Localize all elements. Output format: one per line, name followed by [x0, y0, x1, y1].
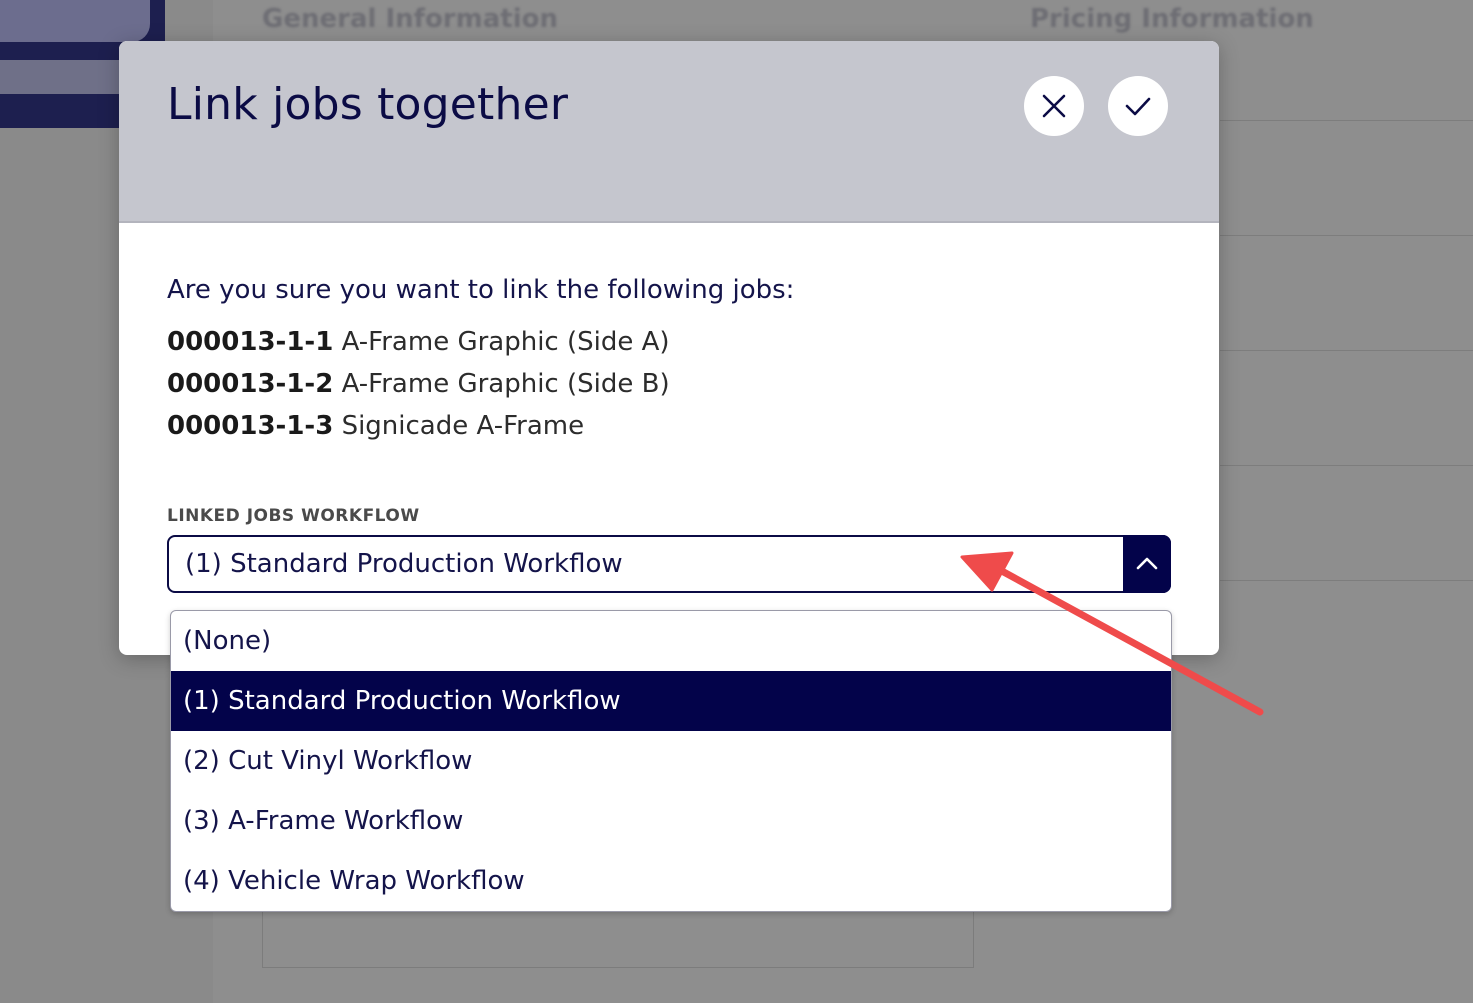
modal-header: Link jobs together: [119, 41, 1219, 223]
job-name: A-Frame Graphic (Side A): [341, 327, 670, 357]
workflow-option-none[interactable]: (None): [171, 611, 1171, 671]
job-item: 000013-1-3 Signicade A-Frame: [167, 405, 1171, 447]
job-item: 000013-1-2 A-Frame Graphic (Side B): [167, 363, 1171, 405]
background-divider: [1220, 235, 1473, 236]
close-button[interactable]: [1024, 76, 1084, 136]
link-jobs-modal: Link jobs together Are you sure you want…: [119, 41, 1219, 655]
background-divider: [1220, 465, 1473, 466]
workflow-option-a-frame[interactable]: (3) A-Frame Workflow: [171, 791, 1171, 851]
background-heading-pricing: Pricing Information: [1030, 4, 1314, 34]
background-textarea: [262, 905, 974, 968]
job-item: 000013-1-1 A-Frame Graphic (Side A): [167, 321, 1171, 363]
workflow-option-vehicle-wrap[interactable]: (4) Vehicle Wrap Workflow: [171, 851, 1171, 911]
chevron-up-icon: [1136, 555, 1158, 574]
job-name: A-Frame Graphic (Side B): [341, 369, 670, 399]
modal-title: Link jobs together: [167, 79, 569, 130]
confirm-button[interactable]: [1108, 76, 1168, 136]
modal-body: Are you sure you want to link the follow…: [167, 271, 1171, 447]
background-nav-item: [0, 60, 120, 94]
background-divider: [1220, 580, 1473, 581]
background-nav-pill: [0, 0, 150, 42]
check-icon: [1124, 95, 1152, 117]
background-heading-general: General Information: [262, 4, 558, 34]
job-id: 000013-1-2: [167, 369, 334, 399]
workflow-option-standard-production[interactable]: (1) Standard Production Workflow: [171, 671, 1171, 731]
job-name: Signicade A-Frame: [341, 411, 585, 441]
workflow-dropdown-list: (None) (1) Standard Production Workflow …: [170, 610, 1172, 912]
job-id: 000013-1-3: [167, 411, 334, 441]
confirmation-prompt: Are you sure you want to link the follow…: [167, 275, 795, 305]
workflow-option-cut-vinyl[interactable]: (2) Cut Vinyl Workflow: [171, 731, 1171, 791]
workflow-select-value: (1) Standard Production Workflow: [185, 549, 623, 579]
job-id: 000013-1-1: [167, 327, 334, 357]
workflow-field-label: LINKED JOBS WORKFLOW: [167, 506, 420, 526]
background-divider: [1220, 350, 1473, 351]
close-icon: [1041, 93, 1067, 119]
workflow-select[interactable]: (1) Standard Production Workflow: [167, 535, 1171, 593]
workflow-select-toggle[interactable]: [1123, 535, 1171, 593]
background-divider: [1220, 120, 1473, 121]
